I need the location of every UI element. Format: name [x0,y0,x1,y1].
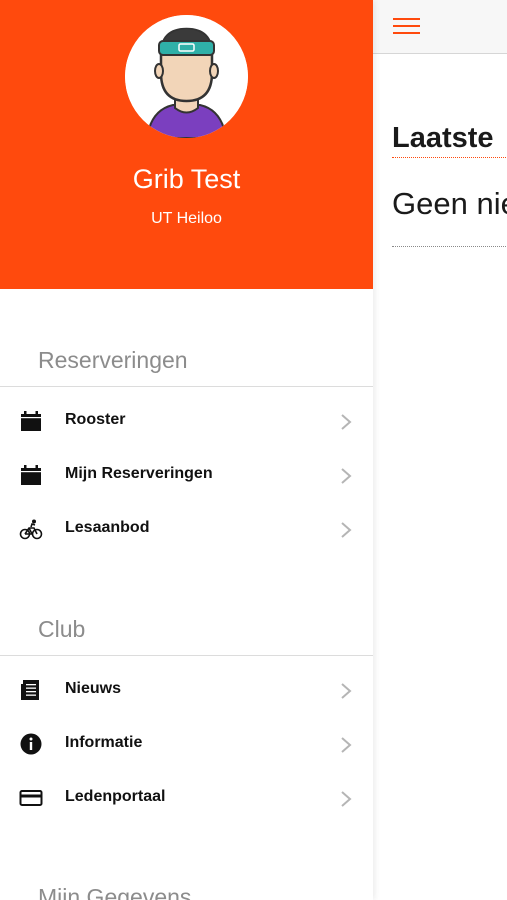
chevron-right-icon [339,521,353,539]
menu-item-mijn-reserveringen[interactable]: Mijn Reserveringen [0,451,373,501]
top-bar [373,0,507,54]
navigation-drawer: Grib Test UT Heiloo Reserveringen Rooste… [0,0,373,900]
menu-item-label: Ledenportaal [65,788,166,805]
menu-item-label: Mijn Reserveringen [65,465,213,482]
profile-header: Grib Test UT Heiloo [0,0,373,289]
chevron-right-icon [339,736,353,754]
user-club: UT Heiloo [151,210,222,227]
empty-message: Geen nie [392,186,507,221]
section-header-mijn-gegevens: Mijn Gegevens [38,884,192,900]
chevron-right-icon [339,413,353,431]
cyclist-icon [19,517,43,541]
page-title: Laatste [392,122,494,154]
message-divider [392,246,507,247]
menu-item-rooster[interactable]: Rooster [0,397,373,447]
menu-item-lesaanbod[interactable]: Lesaanbod [0,505,373,555]
menu-item-label: Informatie [65,734,143,751]
section-divider [0,386,373,387]
avatar[interactable] [125,15,248,138]
section-divider [0,655,373,656]
menu-item-label: Lesaanbod [65,519,150,536]
user-name: Grib Test [132,164,241,194]
chevron-right-icon [339,467,353,485]
section-header-reserveringen: Reserveringen [38,347,188,373]
avatar-illustration [125,15,248,138]
menu-item-ledenportaal[interactable]: Ledenportaal [0,774,373,824]
menu-icon[interactable] [393,18,421,36]
chevron-right-icon [339,682,353,700]
calendar-icon [19,463,43,487]
section-header-club: Club [38,616,86,642]
newspaper-icon [19,678,43,702]
menu-item-label: Nieuws [65,680,122,697]
menu-item-nieuws[interactable]: Nieuws [0,666,373,716]
info-icon [19,732,43,756]
credit-card-icon [19,786,43,810]
calendar-icon [19,409,43,433]
main-content: Laatste Geen nie [373,0,507,900]
menu-item-informatie[interactable]: Informatie [0,720,373,770]
menu-item-label: Rooster [65,411,126,428]
chevron-right-icon [339,790,353,808]
title-divider [392,157,507,158]
